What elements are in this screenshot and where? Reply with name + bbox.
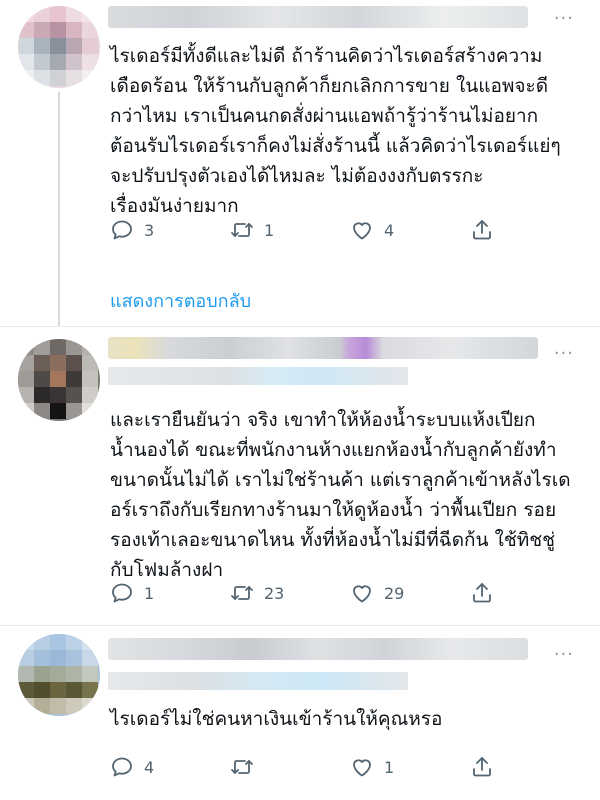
tweet-3[interactable]: ··· ไรเดอร์ไม่ใช่คนหาเงินเข้าร้านให้คุณห… xyxy=(0,626,600,800)
reply-count: 3 xyxy=(144,220,155,240)
tweet-text-line: น้ำนองได้ ขณะที่พนักงานห้างแยกห้องน้ำกับ… xyxy=(110,439,557,461)
share-icon xyxy=(473,583,491,603)
tweet-text-line: ต้อนรับไรเดอร์เราก็คงไม่สั่งร้านนี้ แล้ว… xyxy=(110,135,561,157)
share-button[interactable] xyxy=(470,217,494,243)
heart-icon xyxy=(353,222,371,240)
like-count: 1 xyxy=(384,757,395,777)
like-count: 29 xyxy=(384,583,405,603)
tweet-2[interactable]: ··· และเรายืนยันว่า จริง เขาทำให้ห้องน้ำ… xyxy=(0,327,600,625)
retweet-count: 23 xyxy=(264,583,285,603)
tweet-text: ไรเดอร์มีทั้งดีและไม่ดี ถ้าร้านคิดว่าไรเ… xyxy=(110,41,580,221)
more-icon[interactable]: ··· xyxy=(554,646,574,664)
retweet-icon xyxy=(231,586,253,600)
author-name-blurred[interactable] xyxy=(108,6,528,28)
reply-button[interactable]: 4 xyxy=(110,754,154,780)
reply-icon xyxy=(112,757,132,777)
retweet-icon xyxy=(231,223,253,237)
author-name-blurred[interactable] xyxy=(108,638,528,660)
tweet-text-line: อร์เราถึงกับเรียกทางร้านมาให้ดูห้องน้ำ ว… xyxy=(110,499,557,521)
tweet-actions: 3 1 4 xyxy=(110,217,510,243)
tweet-text-line: เดือดร้อน ให้ร้านกับลูกค้าก็ยกเลิกการขาย… xyxy=(110,75,549,97)
tweet-text-line: กว่าไหม เราเป็นคนกดสั่งผ่านแอพถ้ารู้ว่าร… xyxy=(110,105,539,127)
like-button[interactable]: 1 xyxy=(350,754,394,780)
tweet-text-line: ขนาดนั้นไม่ได้ เราไม่ใช่ร้านค้า แต่เราลู… xyxy=(110,469,571,491)
retweet-button[interactable]: 23 xyxy=(230,580,284,606)
author-handle-blurred[interactable] xyxy=(108,367,408,385)
tweet-text: ไรเดอร์ไม่ใช่คนหาเงินเข้าร้านให้คุณหรอ xyxy=(110,704,580,734)
reply-count: 1 xyxy=(144,583,155,603)
more-icon[interactable]: ··· xyxy=(554,10,574,28)
reply-feed: ··· ไรเดอร์มีทั้งดีและไม่ดี ถ้าร้านคิดว่… xyxy=(0,0,600,800)
heart-icon xyxy=(353,585,371,603)
tweet-text-line: รองเท้าเลอะขนาดไหน ทั้งที่ห้องน้ำไม่มีที… xyxy=(110,529,556,551)
thread-line xyxy=(58,92,60,326)
tweet-text-line: ไรเดอร์มีทั้งดีและไม่ดี ถ้าร้านคิดว่าไรเ… xyxy=(110,45,543,67)
retweet-icon xyxy=(231,760,253,774)
more-icon[interactable]: ··· xyxy=(554,345,574,363)
reply-button[interactable]: 1 xyxy=(110,580,154,606)
tweet-text: และเรายืนยันว่า จริง เขาทำให้ห้องน้ำระบบ… xyxy=(110,405,580,585)
share-icon xyxy=(473,757,491,777)
author-name-blurred[interactable] xyxy=(108,337,538,359)
tweet-text-line: จะปรับปรุงตัวเองได้ไหมละ ไม่ต้องงงกับตรร… xyxy=(110,165,484,187)
share-button[interactable] xyxy=(470,580,494,606)
tweet-1[interactable]: ··· ไรเดอร์มีทั้งดีและไม่ดี ถ้าร้านคิดว่… xyxy=(0,0,600,326)
heart-icon xyxy=(353,759,371,777)
avatar[interactable] xyxy=(18,339,100,421)
retweet-button[interactable] xyxy=(230,754,264,780)
like-button[interactable]: 4 xyxy=(350,217,394,243)
avatar[interactable] xyxy=(18,634,100,716)
avatar[interactable] xyxy=(18,6,100,88)
retweet-button[interactable]: 1 xyxy=(230,217,274,243)
tweet-actions: 1 23 29 xyxy=(110,580,510,606)
reply-button[interactable]: 3 xyxy=(110,217,154,243)
like-count: 4 xyxy=(384,220,395,240)
tweet-actions: 4 1 xyxy=(110,754,510,780)
reply-icon xyxy=(112,583,132,603)
tweet-text-line: ไรเดอร์ไม่ใช่คนหาเงินเข้าร้านให้คุณหรอ xyxy=(110,708,443,730)
share-icon xyxy=(473,220,491,240)
share-button[interactable] xyxy=(470,754,494,780)
reply-icon xyxy=(112,220,132,240)
show-replies-link[interactable]: แสดงการตอบกลับ xyxy=(110,286,251,315)
reply-count: 4 xyxy=(144,757,155,777)
retweet-count: 1 xyxy=(264,220,275,240)
tweet-text-line: และเรายืนยันว่า จริง เขาทำให้ห้องน้ำระบบ… xyxy=(110,409,536,431)
author-handle-blurred[interactable] xyxy=(108,672,408,690)
like-button[interactable]: 29 xyxy=(350,580,404,606)
